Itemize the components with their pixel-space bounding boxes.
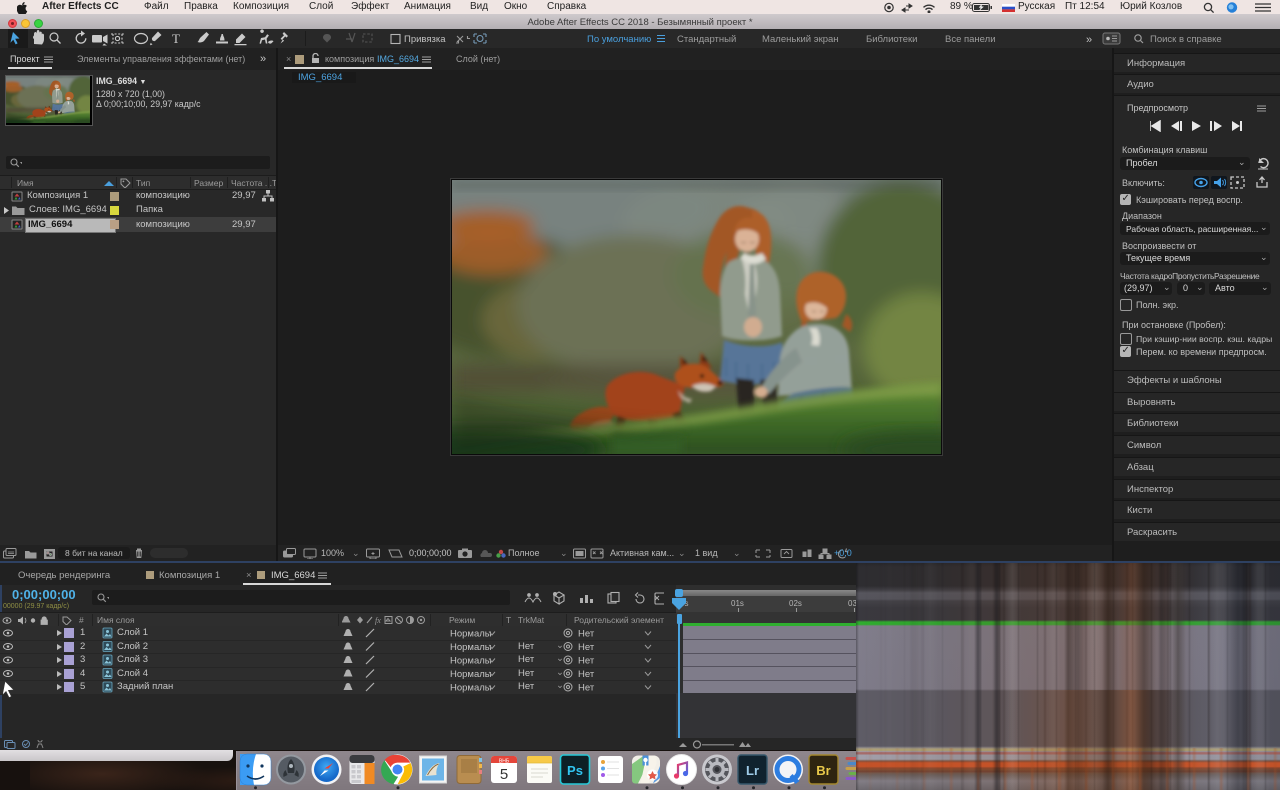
svg-text:Поиск в справке: Поиск в справке: [1150, 34, 1222, 45]
svg-text:Библиотеки: Библиотеки: [866, 34, 917, 45]
svg-text:fx: fx: [375, 616, 381, 625]
svg-text:Ps: Ps: [567, 763, 583, 778]
svg-text:5: 5: [500, 766, 508, 783]
svg-text:ВНБ: ВНБ: [499, 759, 510, 765]
svg-text:Маленький экран: Маленький экран: [762, 34, 839, 45]
svg-text:Br: Br: [816, 763, 830, 778]
svg-text:Все панели: Все панели: [945, 34, 996, 45]
svg-text:T: T: [172, 31, 180, 46]
svg-text:Привязка: Привязка: [404, 34, 446, 45]
svg-text:Стандартный: Стандартный: [677, 34, 736, 45]
svg-text:По умолчанию: По умолчанию: [587, 34, 651, 45]
svg-text:»: »: [1086, 34, 1092, 46]
svg-text:Lr: Lr: [746, 763, 759, 778]
